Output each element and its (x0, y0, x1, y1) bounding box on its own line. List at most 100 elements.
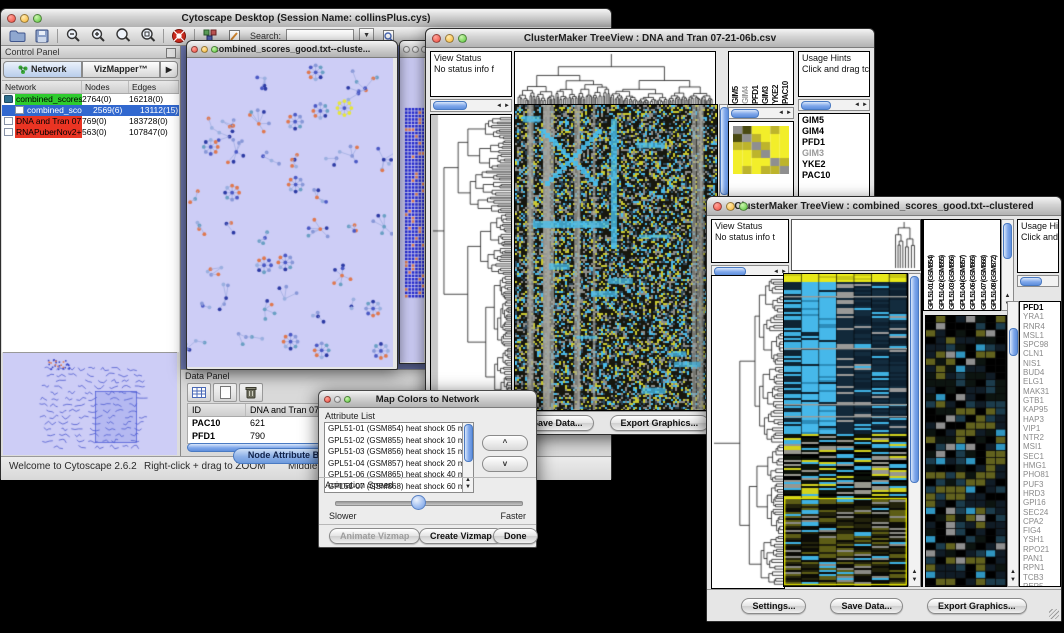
treeview-button[interactable]: Settings... (741, 598, 806, 614)
table-row[interactable]: DNA and Tran 07 769(0) 183728(0) (2, 116, 179, 127)
gene-item[interactable]: GTB1 (1023, 396, 1060, 405)
scrollbar-thumb[interactable] (1003, 223, 1012, 259)
close-button[interactable] (432, 34, 441, 43)
gene-item[interactable]: PAN1 (1023, 554, 1060, 563)
zoom-button[interactable] (33, 14, 42, 23)
gene-item[interactable]: RPO21 (1023, 545, 1060, 554)
gene-item[interactable]: CPA2 (1023, 517, 1060, 526)
scroll-left-icon[interactable]: ◄ (777, 108, 785, 118)
list-vscrollbar[interactable]: ▲ ▼ (462, 423, 473, 492)
close-button[interactable] (191, 46, 198, 53)
scroll-up-icon[interactable]: ▲ (463, 477, 473, 484)
tab-overflow-button[interactable]: ▶ (160, 61, 178, 78)
gene-item[interactable]: MSI1 (1023, 442, 1060, 451)
gene-item[interactable]: NTR2 (1023, 433, 1060, 442)
gene-item[interactable]: HAP3 (1023, 415, 1060, 424)
scrollbar-thumb[interactable] (1020, 277, 1042, 286)
move-up-button[interactable]: ^ (482, 435, 528, 451)
scrollbar-thumb[interactable] (801, 101, 831, 110)
zoom-button[interactable] (458, 34, 467, 43)
usage-hints-hscrollbar[interactable]: ◄► (798, 99, 870, 111)
treeview-button[interactable]: Save Data... (830, 598, 903, 614)
col-edges[interactable]: Edges (129, 81, 179, 93)
zoom-heatmap-canvas[interactable] (926, 316, 1006, 586)
scroll-up-icon[interactable]: ▲ (1002, 293, 1013, 300)
list-item[interactable]: GPL51-06 (GSM865) heat shock 40 min (325, 469, 462, 481)
network2-titlebar[interactable] (400, 41, 426, 58)
scroll-right-icon[interactable]: ► (503, 101, 511, 111)
main-titlebar[interactable]: Cytoscape Desktop (Session Name: collins… (1, 9, 611, 28)
scroll-up-icon[interactable]: ▲ (1008, 569, 1018, 576)
column-label[interactable]: GIM5 (731, 52, 741, 104)
float-panel-icon[interactable] (166, 48, 176, 58)
attribute-table-icon[interactable] (187, 383, 211, 402)
list-item[interactable]: GPL51-02 (GSM855) heat shock 10 min (325, 435, 462, 447)
gene-item[interactable]: PAC10 (802, 170, 869, 181)
minimize-button[interactable] (412, 46, 419, 53)
close-button[interactable] (713, 202, 722, 211)
heatmap-1[interactable] (514, 104, 718, 411)
col-id[interactable]: ID (188, 404, 246, 416)
gene-item[interactable]: RPN1 (1023, 563, 1060, 572)
table-row[interactable]: RNAPuberNov2+ 563(0) 107847(0) (2, 127, 179, 138)
gene-item[interactable]: ELG1 (1023, 377, 1060, 386)
open-folder-icon[interactable] (7, 28, 27, 45)
minimize-button[interactable] (726, 202, 735, 211)
row-dendrogram-canvas[interactable] (431, 115, 511, 405)
gene-item[interactable]: BUD4 (1023, 368, 1060, 377)
column-label[interactable]: YKE2 (771, 52, 781, 104)
scroll-up-icon[interactable]: ▲ (909, 569, 920, 576)
gene-item[interactable]: YRA1 (1023, 312, 1060, 321)
resize-grip[interactable] (1049, 609, 1059, 619)
minimize-button[interactable] (201, 46, 208, 53)
scroll-right-icon[interactable]: ► (861, 100, 869, 110)
done-button[interactable]: Done (493, 528, 538, 544)
genelist-vscrollbar[interactable]: ▲ ▼ (1007, 301, 1019, 587)
scroll-down-icon[interactable]: ▼ (909, 577, 920, 584)
list-item[interactable]: GPL51-04 (GSM857) heat shock 20 min (325, 458, 462, 470)
zoom-fit-icon[interactable] (138, 28, 158, 45)
network2-canvas[interactable] (400, 58, 424, 362)
scrollbar-thumb[interactable] (1009, 328, 1018, 356)
column-label[interactable]: GIM3 (761, 52, 771, 104)
heatmap-canvas[interactable] (515, 105, 717, 410)
column-dendrogram-canvas[interactable] (515, 52, 715, 104)
minimize-button[interactable] (334, 396, 341, 403)
animate-vizmap-button[interactable]: Animate Vizmap (329, 528, 420, 544)
column-label[interactable]: PFD1 (751, 52, 761, 104)
delete-attribute-icon[interactable] (239, 383, 263, 402)
gene-item[interactable]: GIM4 (802, 126, 869, 137)
zoom-button[interactable] (344, 396, 351, 403)
zoom-in-icon[interactable] (88, 28, 108, 45)
create-vizmap-button[interactable]: Create Vizmap (419, 528, 503, 544)
gene-item[interactable]: PEP5 (1023, 582, 1060, 587)
treeview2-titlebar[interactable]: ClusterMaker TreeView : combined_scores_… (707, 197, 1061, 216)
treeview-button[interactable]: Export Graphics... (927, 598, 1027, 614)
scroll-left-icon[interactable]: ◄ (495, 101, 503, 111)
table-row[interactable]: combined_scores 2764(0) 16218(0) (2, 94, 179, 105)
minimize-button[interactable] (20, 14, 29, 23)
gene-item[interactable]: HMG1 (1023, 461, 1060, 470)
usage-hints-hscrollbar[interactable] (1017, 275, 1059, 287)
gene-item[interactable]: GIM3 (802, 148, 869, 159)
column-label[interactable]: GPL51-01 (GSM854) (926, 220, 937, 310)
gene-item[interactable]: SEC1 (1023, 452, 1060, 461)
heatmap-canvas[interactable] (784, 274, 907, 586)
column-dendrogram-canvas[interactable] (792, 220, 920, 270)
column-label[interactable]: PAC10 (781, 52, 791, 104)
zoom-out-icon[interactable] (63, 28, 83, 45)
table-row[interactable]: combined_sco 2569(6) 13112(15) (2, 105, 179, 116)
new-attribute-icon[interactable] (213, 383, 237, 402)
network1-titlebar[interactable]: combined_scores_good.txt--cluste... (187, 41, 397, 58)
move-down-button[interactable]: v (482, 456, 528, 472)
scroll-down-icon[interactable]: ▼ (1008, 577, 1018, 584)
gene-item[interactable]: GPI16 (1023, 498, 1060, 507)
gene-item[interactable]: YKE2 (802, 159, 869, 170)
column-label[interactable]: GIM4 (741, 52, 751, 104)
gene-item[interactable]: KAP95 (1023, 405, 1060, 414)
scroll-right-icon[interactable]: ► (785, 108, 793, 118)
zoom-region-icon[interactable] (113, 28, 133, 45)
column-dendrogram-1[interactable] (514, 51, 716, 105)
heatmap2-vscrollbar[interactable]: ▲ ▼ (908, 273, 921, 587)
column-dendrogram-2[interactable] (791, 219, 921, 271)
